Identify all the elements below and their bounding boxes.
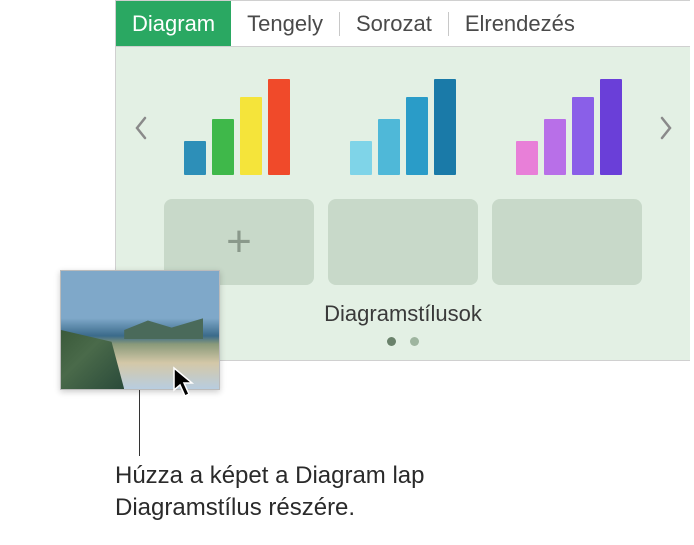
tab-bar: Diagram Tengely Sorozat Elrendezés (116, 1, 690, 47)
preview-bar (240, 97, 262, 175)
page-dot[interactable] (410, 337, 419, 346)
style-previews (157, 73, 649, 183)
chevron-right-icon[interactable] (649, 78, 682, 178)
tab-layout[interactable]: Elrendezés (449, 1, 591, 46)
preview-bar (184, 141, 206, 175)
chart-style-preview[interactable] (493, 73, 645, 183)
tab-diagram[interactable]: Diagram (116, 1, 231, 46)
preview-bar (378, 119, 400, 175)
plus-icon: + (226, 220, 252, 264)
empty-style-slot[interactable] (492, 199, 642, 285)
preview-bar (434, 79, 456, 175)
preview-bar (572, 97, 594, 175)
callout-text: Húzza a képet a Diagram lap Diagramstílu… (115, 460, 535, 525)
preview-bar (350, 141, 372, 175)
preview-bar (516, 141, 538, 175)
preview-bar (406, 97, 428, 175)
chart-style-preview[interactable] (161, 73, 313, 183)
empty-style-slot[interactable] (328, 199, 478, 285)
styles-carousel (116, 73, 690, 183)
chevron-left-icon[interactable] (124, 78, 157, 178)
page-dot[interactable] (387, 337, 396, 346)
cursor-icon (172, 366, 200, 398)
tab-axis[interactable]: Tengely (231, 1, 339, 46)
preview-bar (268, 79, 290, 175)
preview-bar (212, 119, 234, 175)
tab-series[interactable]: Sorozat (340, 1, 448, 46)
callout-line (139, 390, 140, 456)
preview-bar (544, 119, 566, 175)
preview-bar (600, 79, 622, 175)
chart-style-preview[interactable] (327, 73, 479, 183)
